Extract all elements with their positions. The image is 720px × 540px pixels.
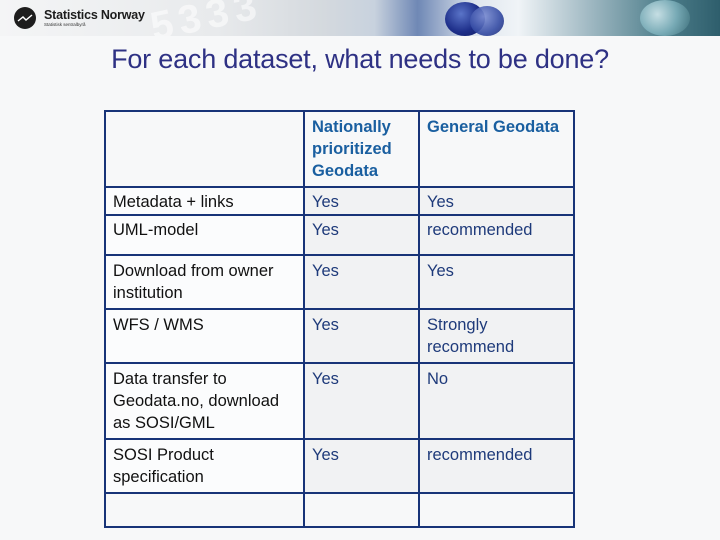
requirements-table: Nationally prioritized Geodata General G… (104, 110, 575, 528)
logo-name: Statistics Norway (44, 7, 145, 22)
national-cell: Yes (303, 362, 420, 440)
header-cell-national: Nationally prioritized Geodata (303, 110, 420, 188)
table-row: Data transfer to Geodata.no, download as… (104, 362, 575, 440)
table-row-empty (104, 492, 575, 528)
general-cell: Strongly recommend (418, 308, 575, 364)
banner-decor-digits: 5333 (146, 0, 267, 36)
logo-subtitle: Statistisk sentralbyrå (44, 22, 86, 27)
table-row: WFS / WMS Yes Strongly recommend (104, 308, 575, 364)
statistics-norway-logo: Statistics Norway Statistisk sentralbyrå (14, 7, 145, 29)
task-cell: UML-model (104, 214, 305, 256)
general-cell: No (418, 362, 575, 440)
national-cell: Yes (303, 308, 420, 364)
task-cell: Metadata + links (104, 186, 305, 216)
slide-title: For each dataset, what needs to be done? (111, 44, 609, 74)
task-cell: WFS / WMS (104, 308, 305, 364)
national-cell: Yes (303, 438, 420, 494)
general-cell (418, 492, 575, 528)
national-cell (303, 492, 420, 528)
header-banner: 5333 Statistics Norway Statistisk sentra… (0, 0, 720, 36)
header-cell-general: General Geodata (418, 110, 575, 188)
general-cell: Yes (418, 186, 575, 216)
task-cell: SOSI Product specification (104, 438, 305, 494)
table-row: Download from owner institution Yes Yes (104, 254, 575, 310)
general-cell: Yes (418, 254, 575, 310)
general-cell: recommended (418, 438, 575, 494)
task-cell: Data transfer to Geodata.no, download as… (104, 362, 305, 440)
table-row: SOSI Product specification Yes recommend… (104, 438, 575, 494)
national-cell: Yes (303, 254, 420, 310)
table-header-row: Nationally prioritized Geodata General G… (104, 110, 575, 188)
national-cell: Yes (303, 186, 420, 216)
header-cell-empty (104, 110, 305, 188)
table-row: UML-model Yes recommended (104, 214, 575, 256)
national-cell: Yes (303, 214, 420, 256)
statistics-norway-logo-icon (14, 7, 36, 29)
task-cell: Download from owner institution (104, 254, 305, 310)
banner-molecule-decoration (470, 6, 504, 36)
task-cell (104, 492, 305, 528)
banner-molecule-decoration (640, 0, 690, 36)
general-cell: recommended (418, 214, 575, 256)
table-row: Metadata + links Yes Yes (104, 186, 575, 216)
